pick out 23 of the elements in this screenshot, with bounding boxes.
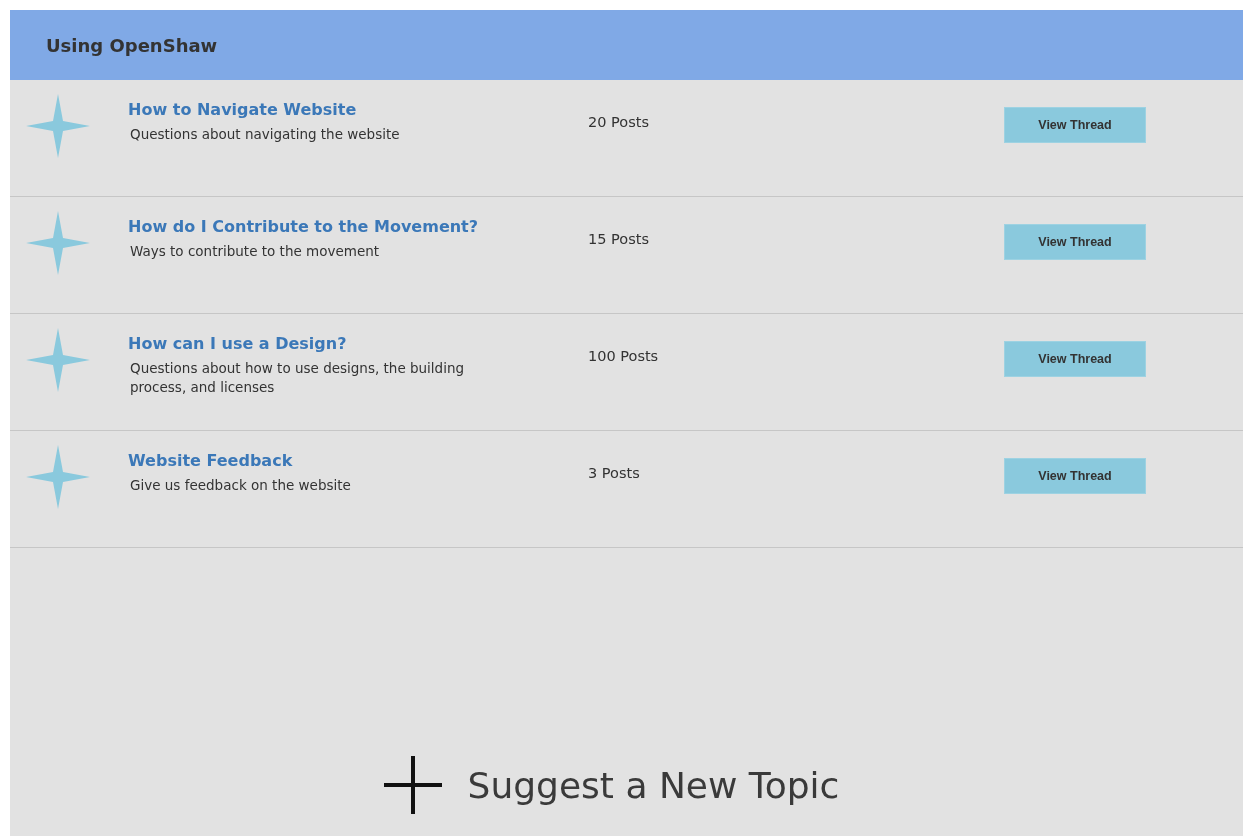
view-thread-button[interactable]: View Thread: [1004, 341, 1146, 377]
topic-description: Give us feedback on the website: [129, 476, 352, 495]
star-icon: [26, 94, 90, 158]
plus-icon: [383, 756, 442, 814]
topic-description: Questions about how to use designs, the building process, and licenses: [129, 359, 466, 397]
section-title: Using OpenShaw: [46, 34, 218, 56]
post-count: 20 Posts: [588, 113, 649, 130]
topic-description: Ways to contribute to the movement: [129, 242, 381, 261]
post-count: 100 Posts: [588, 347, 659, 364]
view-thread-button[interactable]: View Thread: [1004, 107, 1146, 143]
view-thread-button[interactable]: View Thread: [1004, 224, 1146, 260]
topic-description: Questions about navigating the website: [129, 125, 401, 144]
suggest-topic-button[interactable]: Suggest a New Topic: [383, 756, 840, 814]
topic-link[interactable]: How can I use a Design?: [128, 334, 347, 353]
topic-link[interactable]: How do I Contribute to the Movement?: [128, 217, 479, 236]
star-icon: [26, 445, 90, 509]
post-count: 15 Posts: [588, 230, 649, 247]
star-icon: [26, 328, 90, 392]
view-thread-button[interactable]: View Thread: [1004, 458, 1146, 494]
star-icon: [26, 211, 90, 275]
post-count: 3 Posts: [588, 464, 640, 481]
topic-link[interactable]: Website Feedback: [128, 451, 293, 470]
topic-link[interactable]: How to Navigate Website: [128, 100, 357, 119]
